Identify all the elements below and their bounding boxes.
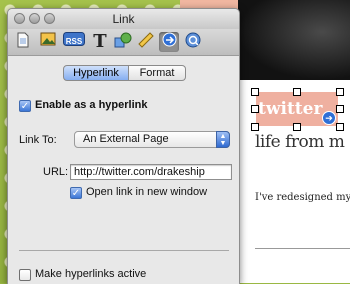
page-body-text[interactable]: I've redesigned my [255, 192, 350, 203]
hyperlink-badge-icon: ➔ [322, 111, 336, 125]
header-photo [238, 0, 350, 80]
selection-handle-bl[interactable] [251, 123, 259, 131]
make-hyperlinks-active-checkbox[interactable] [19, 269, 31, 281]
image-icon[interactable] [38, 32, 58, 52]
selection-handle-tm[interactable] [293, 88, 301, 96]
open-new-window-label[interactable]: Open link in new window [86, 186, 207, 198]
link-to-label: Link To: [19, 134, 57, 146]
quicktime-icon[interactable] [183, 32, 203, 52]
window-title: Link [112, 12, 135, 26]
link-inspector-window: Link RSS T Hyperlink Format ✓ Enable as … [7, 8, 240, 284]
tab-format[interactable]: Format [129, 65, 186, 81]
inspector-toolbar: RSS T [8, 29, 239, 56]
text-icon[interactable]: T [90, 32, 110, 52]
make-hyperlinks-active-label[interactable]: Make hyperlinks active [35, 268, 146, 280]
selection-handle-br[interactable] [336, 123, 344, 131]
document-icon[interactable] [13, 32, 33, 52]
selection-handle-ml[interactable] [251, 105, 259, 113]
tab-hyperlink[interactable]: Hyperlink [63, 65, 129, 81]
page-heading[interactable]: life from m [255, 132, 345, 152]
link-icon[interactable] [159, 32, 179, 52]
title-bar[interactable]: Link [8, 9, 239, 29]
select-arrows-icon: ▲ ▼ [216, 131, 230, 148]
enable-hyperlink-checkbox[interactable]: ✓ [19, 100, 31, 112]
link-to-select[interactable]: An External Page ▲ ▼ [74, 131, 230, 148]
rss-icon[interactable]: RSS [63, 32, 85, 52]
rss-label: RSS [65, 37, 83, 46]
selection-handle-bm[interactable] [293, 123, 301, 131]
open-new-window-checkbox[interactable]: ✓ [70, 187, 82, 199]
shapes-icon[interactable] [113, 32, 133, 52]
page-divider [255, 248, 350, 249]
enable-hyperlink-label[interactable]: Enable as a hyperlink [35, 99, 148, 111]
selection-handle-tl[interactable] [251, 88, 259, 96]
twitter-badge-text: twitter [258, 99, 323, 119]
section-divider [19, 250, 229, 251]
link-to-value: An External Page [83, 133, 169, 145]
url-label: URL: [43, 166, 69, 178]
url-field[interactable]: http://twitter.com/drakeship [70, 164, 232, 180]
selection-handle-mr[interactable] [336, 105, 344, 113]
text-glyph: T [93, 31, 107, 52]
selection-handle-tr[interactable] [336, 88, 344, 96]
ruler-icon[interactable] [136, 32, 156, 52]
